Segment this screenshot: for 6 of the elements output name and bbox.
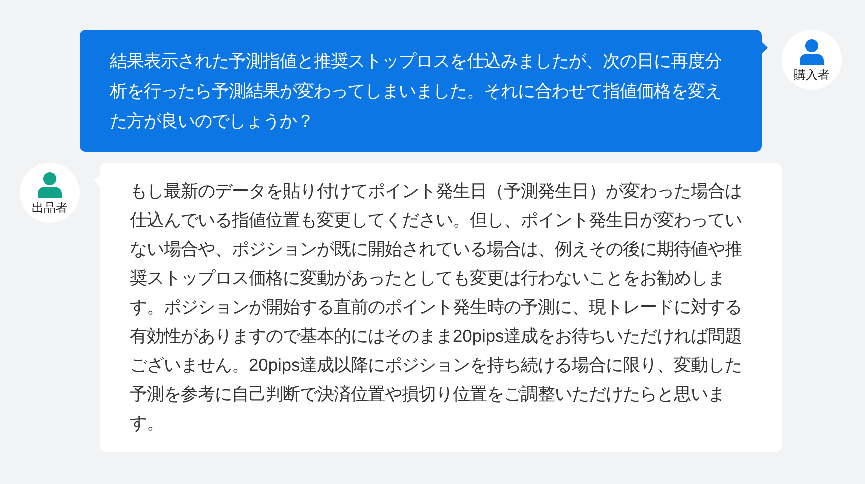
role-label: 出品者 bbox=[32, 200, 68, 214]
role-label: 購入者 bbox=[794, 68, 830, 82]
person-icon bbox=[800, 38, 824, 64]
person-icon bbox=[38, 172, 62, 198]
message-text: 結果表示された予測指値と推奨ストップロスを仕込みましたが、次の日に再度分析を行ったら予測結果が変わってしまいました。それに合わせて指値価格を変えた方が良いのでしょうか？ bbox=[110, 50, 723, 133]
message-text: もし最新のデータを貼り付けてポイント発生日（予測発生日）が変わった場合は仕込んでいる指値位置も変更してください。但し、ポイント発生日が変わっていない場合や、ポジションが既に開始されている場合は、例えその後に期待値や推奨ストップロス価格に変動があったとしても変更は行わないことをお勧めします。ポジションが開始する直前のポイント発生時の予測に、現トレードに対する有効性がありますので基本的にはそのまま20pips達成をお待ちいただければ問題ございません。20pips達成以降にポジションを持ち続ける場合に限り、変動した予測を参考に自己判断で決済位置や損切り位置をご調整いただけたらと思います。 bbox=[130, 180, 744, 435]
